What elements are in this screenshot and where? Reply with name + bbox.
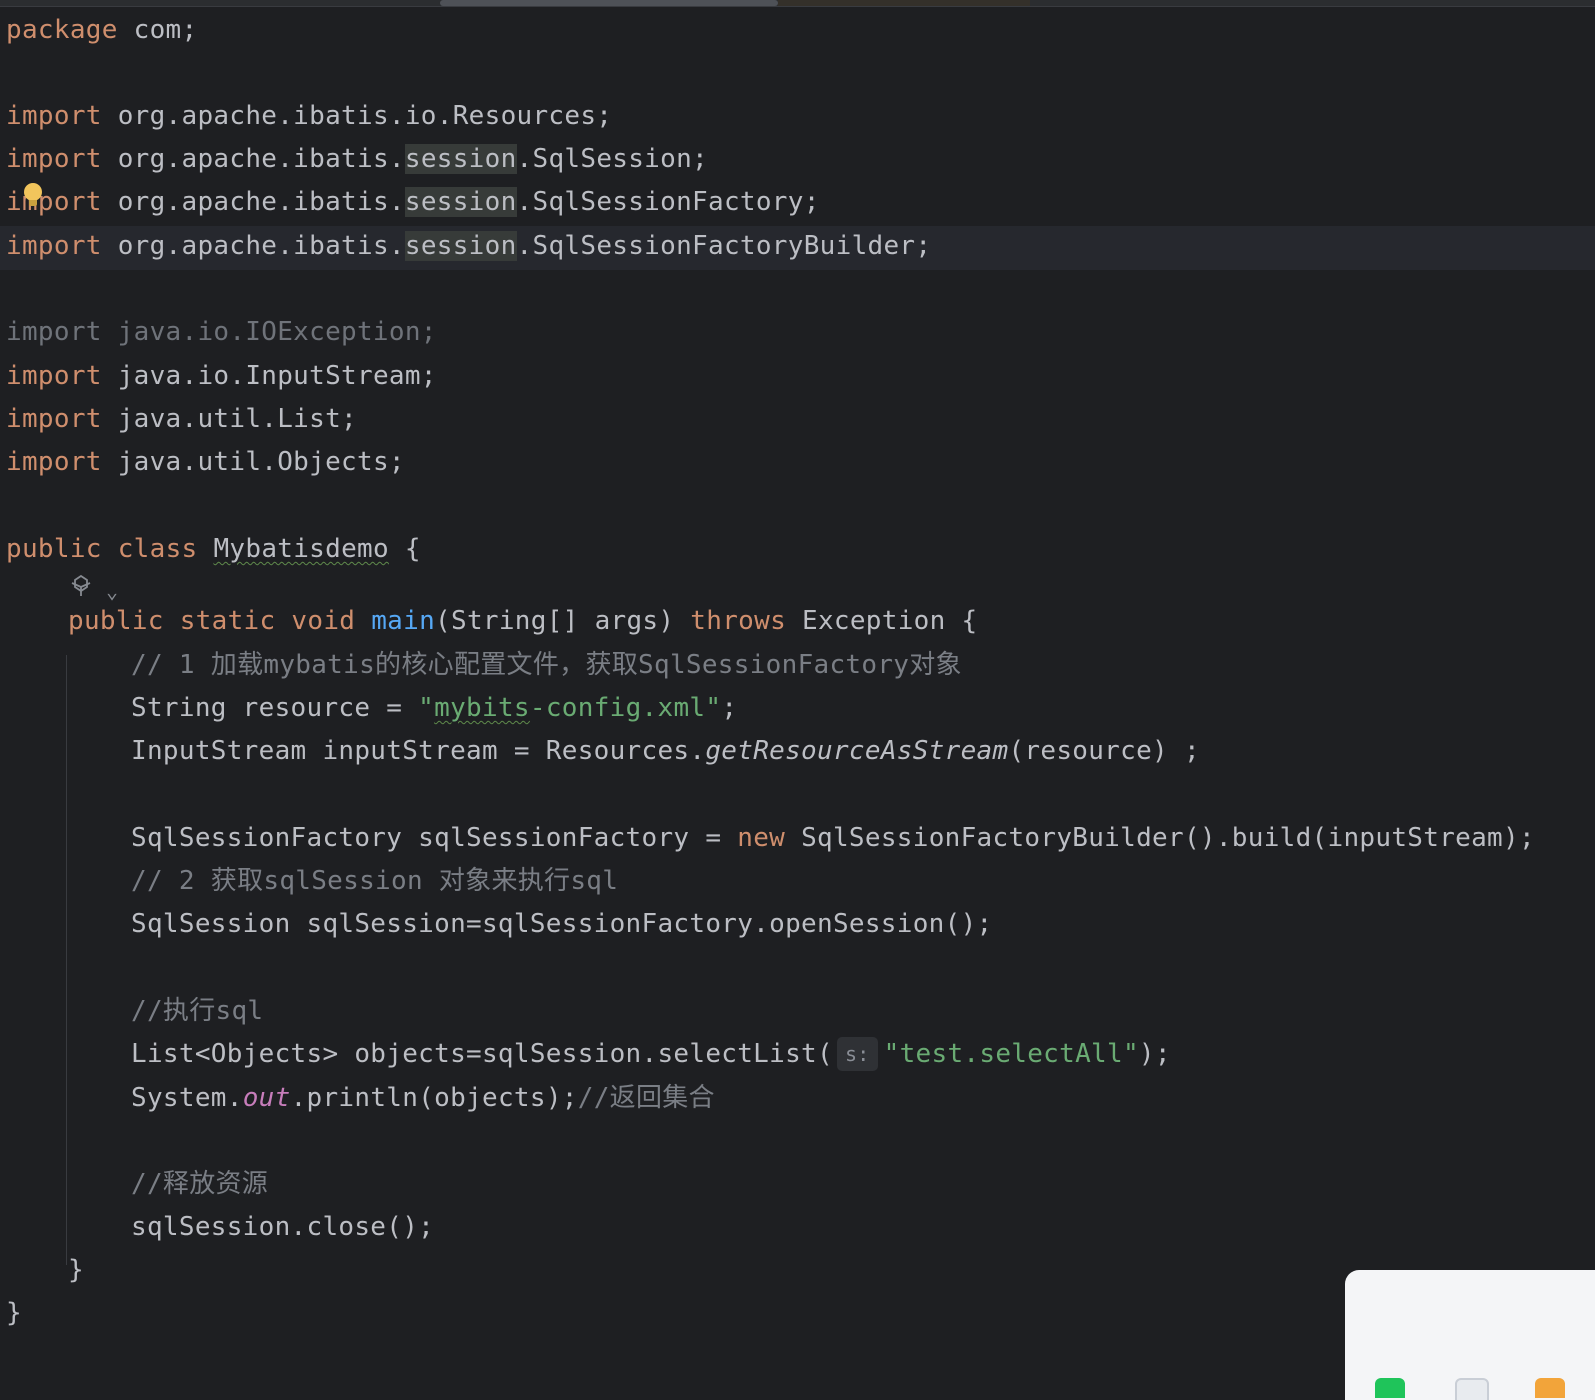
code-text: ; [721, 693, 738, 723]
code-line-20-comment[interactable]: // 2 获取sqlSession 对象来执行sql [131, 859, 618, 903]
keyword: import [6, 101, 102, 131]
code-text: SqlSession sqlSession=sqlSessionFactory.… [131, 909, 993, 939]
keyword: import [6, 447, 102, 477]
code-line-27-comment[interactable]: //释放资源 [131, 1162, 268, 1206]
code-line-28[interactable]: sqlSession.close(); [131, 1205, 434, 1249]
keyword: class [117, 534, 198, 564]
code-text: org.apache.ibatis. [101, 144, 405, 174]
app-icon[interactable] [1535, 1378, 1565, 1398]
code-text: ); [1138, 1039, 1171, 1069]
code-line-24[interactable]: List<Objects> objects=sqlSession.selectL… [131, 1032, 1171, 1076]
code-text: List<Objects> objects=sqlSession.selectL… [131, 1039, 833, 1069]
notification-popup[interactable] [1345, 1270, 1595, 1400]
code-text: import java.io.IOException; [6, 317, 437, 347]
keyword: throws [690, 606, 787, 636]
code-line-17[interactable]: InputStream inputStream = Resources.getR… [131, 729, 1200, 773]
code-text: org.apache.ibatis. [101, 187, 405, 217]
code-text: SqlSessionFactory sqlSessionFactory = [131, 823, 738, 853]
string-literal: " [418, 693, 435, 723]
code-line-8-unused-import[interactable]: import java.io.IOException; [6, 310, 437, 354]
code-text: .println(objects); [290, 1083, 578, 1113]
code-text: Exception { [786, 606, 978, 636]
code-line-15-comment[interactable]: // 1 加载mybatis的核心配置文件，获取SqlSessionFactor… [131, 643, 962, 687]
static-method-call: getResourceAsStream [705, 736, 1009, 766]
code-line-25[interactable]: System.out.println(objects);//返回集合 [131, 1076, 715, 1120]
string-literal: -config.xml" [529, 693, 722, 723]
code-line-3[interactable]: import org.apache.ibatis.io.Resources; [6, 94, 612, 138]
string-literal: "test.selectAll" [883, 1039, 1139, 1069]
code-text: System. [131, 1083, 243, 1113]
keyword: void [291, 606, 356, 636]
code-line-19[interactable]: SqlSessionFactory sqlSessionFactory = ne… [131, 816, 1535, 860]
keyword: public [68, 606, 164, 636]
code-text: SqlSessionFactoryBuilder().build(inputSt… [785, 823, 1535, 853]
code-line-29[interactable]: } [68, 1248, 84, 1292]
usage-highlight: session [404, 144, 517, 174]
code-line-23-comment[interactable]: //执行sql [131, 989, 263, 1033]
code-text: InputStream inputStream = Resources. [131, 736, 706, 766]
code-text: java.util.Objects; [101, 447, 405, 477]
code-text: .SqlSessionFactoryBuilder; [516, 231, 932, 261]
code-lens[interactable]: ⌄ [68, 574, 118, 603]
code-line-1[interactable]: package com; [6, 8, 197, 52]
static-field: out [242, 1083, 291, 1113]
code-line-4[interactable]: import org.apache.ibatis.session.SqlSess… [6, 137, 708, 181]
parameter-hint: s: [836, 1037, 878, 1071]
comment-text: //执行sql [131, 996, 264, 1026]
comment-text: //释放资源 [131, 1169, 269, 1199]
code-text: sqlSession.close(); [131, 1212, 435, 1242]
code-text: String resource = [131, 693, 419, 723]
code-text: org.apache.ibatis.io.Resources; [101, 101, 613, 131]
keyword: import [6, 144, 102, 174]
keyword: package [6, 15, 118, 45]
code-text: } [6, 1298, 22, 1328]
code-line-21[interactable]: SqlSession sqlSession=sqlSessionFactory.… [131, 902, 992, 946]
code-text: { [388, 534, 421, 564]
comment-text: // 2 获取sqlSession 对象来执行sql [131, 866, 619, 896]
code-text: (resource) ; [1008, 736, 1200, 766]
code-line-30[interactable]: } [6, 1291, 22, 1335]
keyword: import [6, 361, 102, 391]
keyword: import [6, 231, 102, 261]
app-icon[interactable] [1455, 1378, 1489, 1400]
code-line-5[interactable]: import org.apache.ibatis.session.SqlSess… [6, 180, 820, 224]
code-text: org.apache.ibatis. [101, 231, 405, 261]
keyword: import [6, 404, 102, 434]
string-literal-typo: mybits [434, 693, 530, 723]
app-icon[interactable] [1375, 1378, 1405, 1398]
code-line-14[interactable]: public static void main(String[] args) t… [68, 599, 977, 643]
code-line-11[interactable]: import java.util.Objects; [6, 440, 405, 484]
usage-highlight: session [404, 231, 517, 261]
code-text: (String[] args) [435, 606, 691, 636]
code-line-6[interactable]: import org.apache.ibatis.session.SqlSess… [6, 224, 931, 268]
code-line-16[interactable]: String resource = "mybits-config.xml"; [131, 686, 737, 730]
code-text: java.util.List; [101, 404, 357, 434]
editor-top-border [0, 6, 1595, 7]
method-name: main [371, 606, 436, 636]
code-text: .SqlSessionFactory; [516, 187, 820, 217]
keyword: public [6, 534, 102, 564]
comment-text: //返回集合 [577, 1083, 715, 1113]
code-line-13[interactable]: public class Mybatisdemo { [6, 527, 421, 571]
keyword: new [737, 823, 786, 853]
code-text: } [68, 1255, 84, 1285]
code-line-9[interactable]: import java.io.InputStream; [6, 354, 437, 398]
keyword: static [179, 606, 276, 636]
class-name: Mybatisdemo [213, 534, 389, 564]
code-line-10[interactable]: import java.util.List; [6, 397, 357, 441]
indent-guide [66, 655, 67, 1265]
code-text: com; [117, 15, 198, 45]
keyword: import [6, 187, 102, 217]
usage-highlight: session [404, 187, 517, 217]
code-editor[interactable]: package com; import org.apache.ibatis.io… [0, 0, 1595, 1400]
comment-text: // 1 加载mybatis的核心配置文件，获取SqlSessionFactor… [131, 650, 962, 680]
code-text: java.io.InputStream; [101, 361, 437, 391]
code-text: .SqlSession; [516, 144, 708, 174]
